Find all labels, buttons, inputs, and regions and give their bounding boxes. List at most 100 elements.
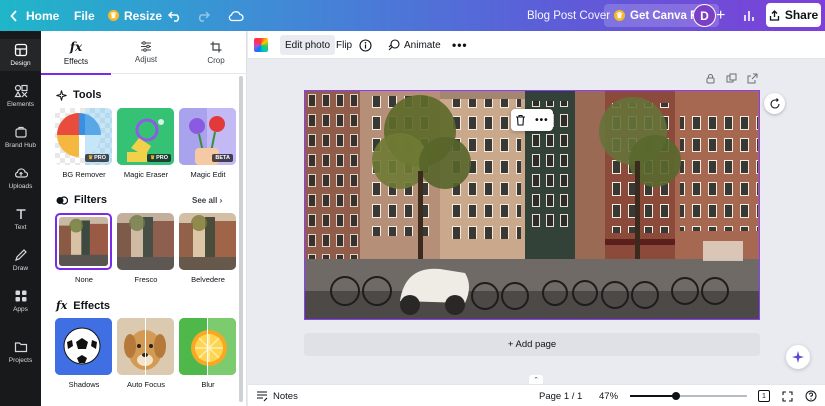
tab-adjust[interactable]: Adjust [111,31,181,74]
rail-item-apps[interactable]: Apps [0,285,41,317]
add-collaborator-button[interactable]: + [716,0,725,31]
trash-icon[interactable] [515,114,526,126]
rail-item-projects[interactable]: Projects [0,336,41,368]
rail-label: Apps [13,306,28,313]
animate-button[interactable]: Animate [388,35,441,55]
rail-item-draw[interactable]: Draw [0,244,41,276]
animate-icon [388,39,400,51]
effect-label: Blur [201,380,215,389]
filter-none-tile[interactable] [55,213,112,270]
elements-icon [13,84,28,98]
sliders-icon [141,41,151,52]
top-bar: Home File ♛ Resize Blog Post Cover ♛ Get… [0,0,825,31]
bar-chart-icon [744,10,754,21]
question-icon [805,390,817,402]
plus-icon: + [716,6,726,24]
pro-badge: ♛ PRO [85,154,109,162]
resize-button[interactable]: ♛ Resize [108,0,162,31]
filter-belvedere-tile[interactable] [179,213,236,270]
bottom-bar: Notes Page 1 / 1 47% 1 [248,384,825,406]
crown-icon: ♛ [108,10,119,21]
crown-icon: ♛ [614,10,625,21]
bg-remover-tile[interactable]: ♛ PRO [55,108,112,165]
tab-crop[interactable]: Crop [181,31,251,74]
flip-button[interactable]: Flip [336,35,352,55]
zoom-slider-knob[interactable] [671,392,680,400]
tab-label: Crop [207,55,225,65]
cloud-save-button[interactable] [228,0,244,31]
zoom-level[interactable]: 47% [599,385,618,406]
color-picker-button[interactable] [254,38,268,52]
lock-icon[interactable] [705,73,716,84]
home-label: Home [26,8,60,23]
text-icon [16,209,25,219]
zoom-slider[interactable] [630,392,747,400]
refresh-button[interactable] [764,93,785,114]
rail-label: Text [14,224,27,231]
rail-item-elements[interactable]: Elements [0,80,41,112]
fullscreen-button[interactable] [782,385,793,406]
rail-item-uploads[interactable]: Uploads [0,162,41,194]
undo-button[interactable] [168,0,182,31]
blur-effect-tile[interactable] [179,318,236,375]
expand-icon [782,390,793,402]
left-rail: Design Elements Brand Hub Uploads Text D… [0,31,41,406]
upload-icon [14,168,28,178]
fx-icon: fx [56,299,68,312]
chevron-up-icon[interactable]: ⌃ [529,375,543,384]
tool-label: Magic Edit [190,170,226,179]
avatar[interactable]: D [693,4,716,27]
apps-icon [15,290,26,302]
rail-item-design[interactable]: Design [0,39,41,71]
draw-icon [14,249,27,261]
tab-label: Effects [63,56,89,66]
filter-fresco-tile[interactable] [117,213,174,270]
sparkle-icon [56,89,67,101]
filter-label: Belvedere [191,275,225,284]
export-icon[interactable] [747,73,758,84]
auto-focus-effect-tile[interactable] [117,318,174,375]
more-options-button[interactable]: ••• [452,35,468,55]
help-button[interactable] [805,385,817,406]
design-title[interactable]: Blog Post Cover [527,0,610,31]
panel-scrollbar[interactable] [239,76,243,402]
soccer-ball-image [55,318,112,375]
filter-label: Fresco [134,275,158,284]
edit-photo-button[interactable]: Edit photo [280,35,336,55]
notes-button[interactable]: Notes [256,385,298,406]
magic-eraser-tile[interactable]: ♛ PRO [117,108,174,165]
effects-title: Effects [73,299,110,312]
magic-edit-tile[interactable]: BETA [179,108,236,165]
insights-button[interactable] [743,0,755,31]
redo-button[interactable] [196,0,210,31]
fx-icon: fx [69,39,83,54]
see-all-link[interactable]: See all › [192,196,222,205]
tools-heading: Tools [56,89,102,101]
resize-label: Resize [124,8,163,23]
filters-icon [56,195,68,205]
page-indicator[interactable]: Page 1 / 1 [539,385,582,406]
chevron-right-icon: › [219,196,223,205]
home-button[interactable]: Home [10,0,59,31]
tool-label: Magic Eraser [123,170,169,179]
duplicate-icon[interactable] [726,73,737,84]
add-page-button[interactable]: + Add page [304,333,760,356]
rail-label: Uploads [8,183,33,190]
tools-title: Tools [73,89,102,101]
more-icon[interactable]: ••• [535,115,549,126]
rail-item-brand-hub[interactable]: Brand Hub [0,121,41,153]
rail-label: Design [10,60,31,67]
info-button[interactable] [359,35,372,55]
tab-effects[interactable]: fx Effects [41,31,111,75]
shadows-effect-tile[interactable] [55,318,112,375]
file-menu-button[interactable]: File [74,0,95,31]
magic-assistant-button[interactable] [786,345,810,369]
rail-item-text[interactable]: Text [0,203,41,235]
street-thumbnail [179,213,236,270]
rail-label: Draw [12,265,29,272]
share-button[interactable]: Share [766,3,821,27]
dog-image [117,318,174,375]
brand-hub-icon [14,126,27,138]
page-grid-button[interactable]: 1 [758,385,770,406]
effect-label: Shadows [68,380,100,389]
